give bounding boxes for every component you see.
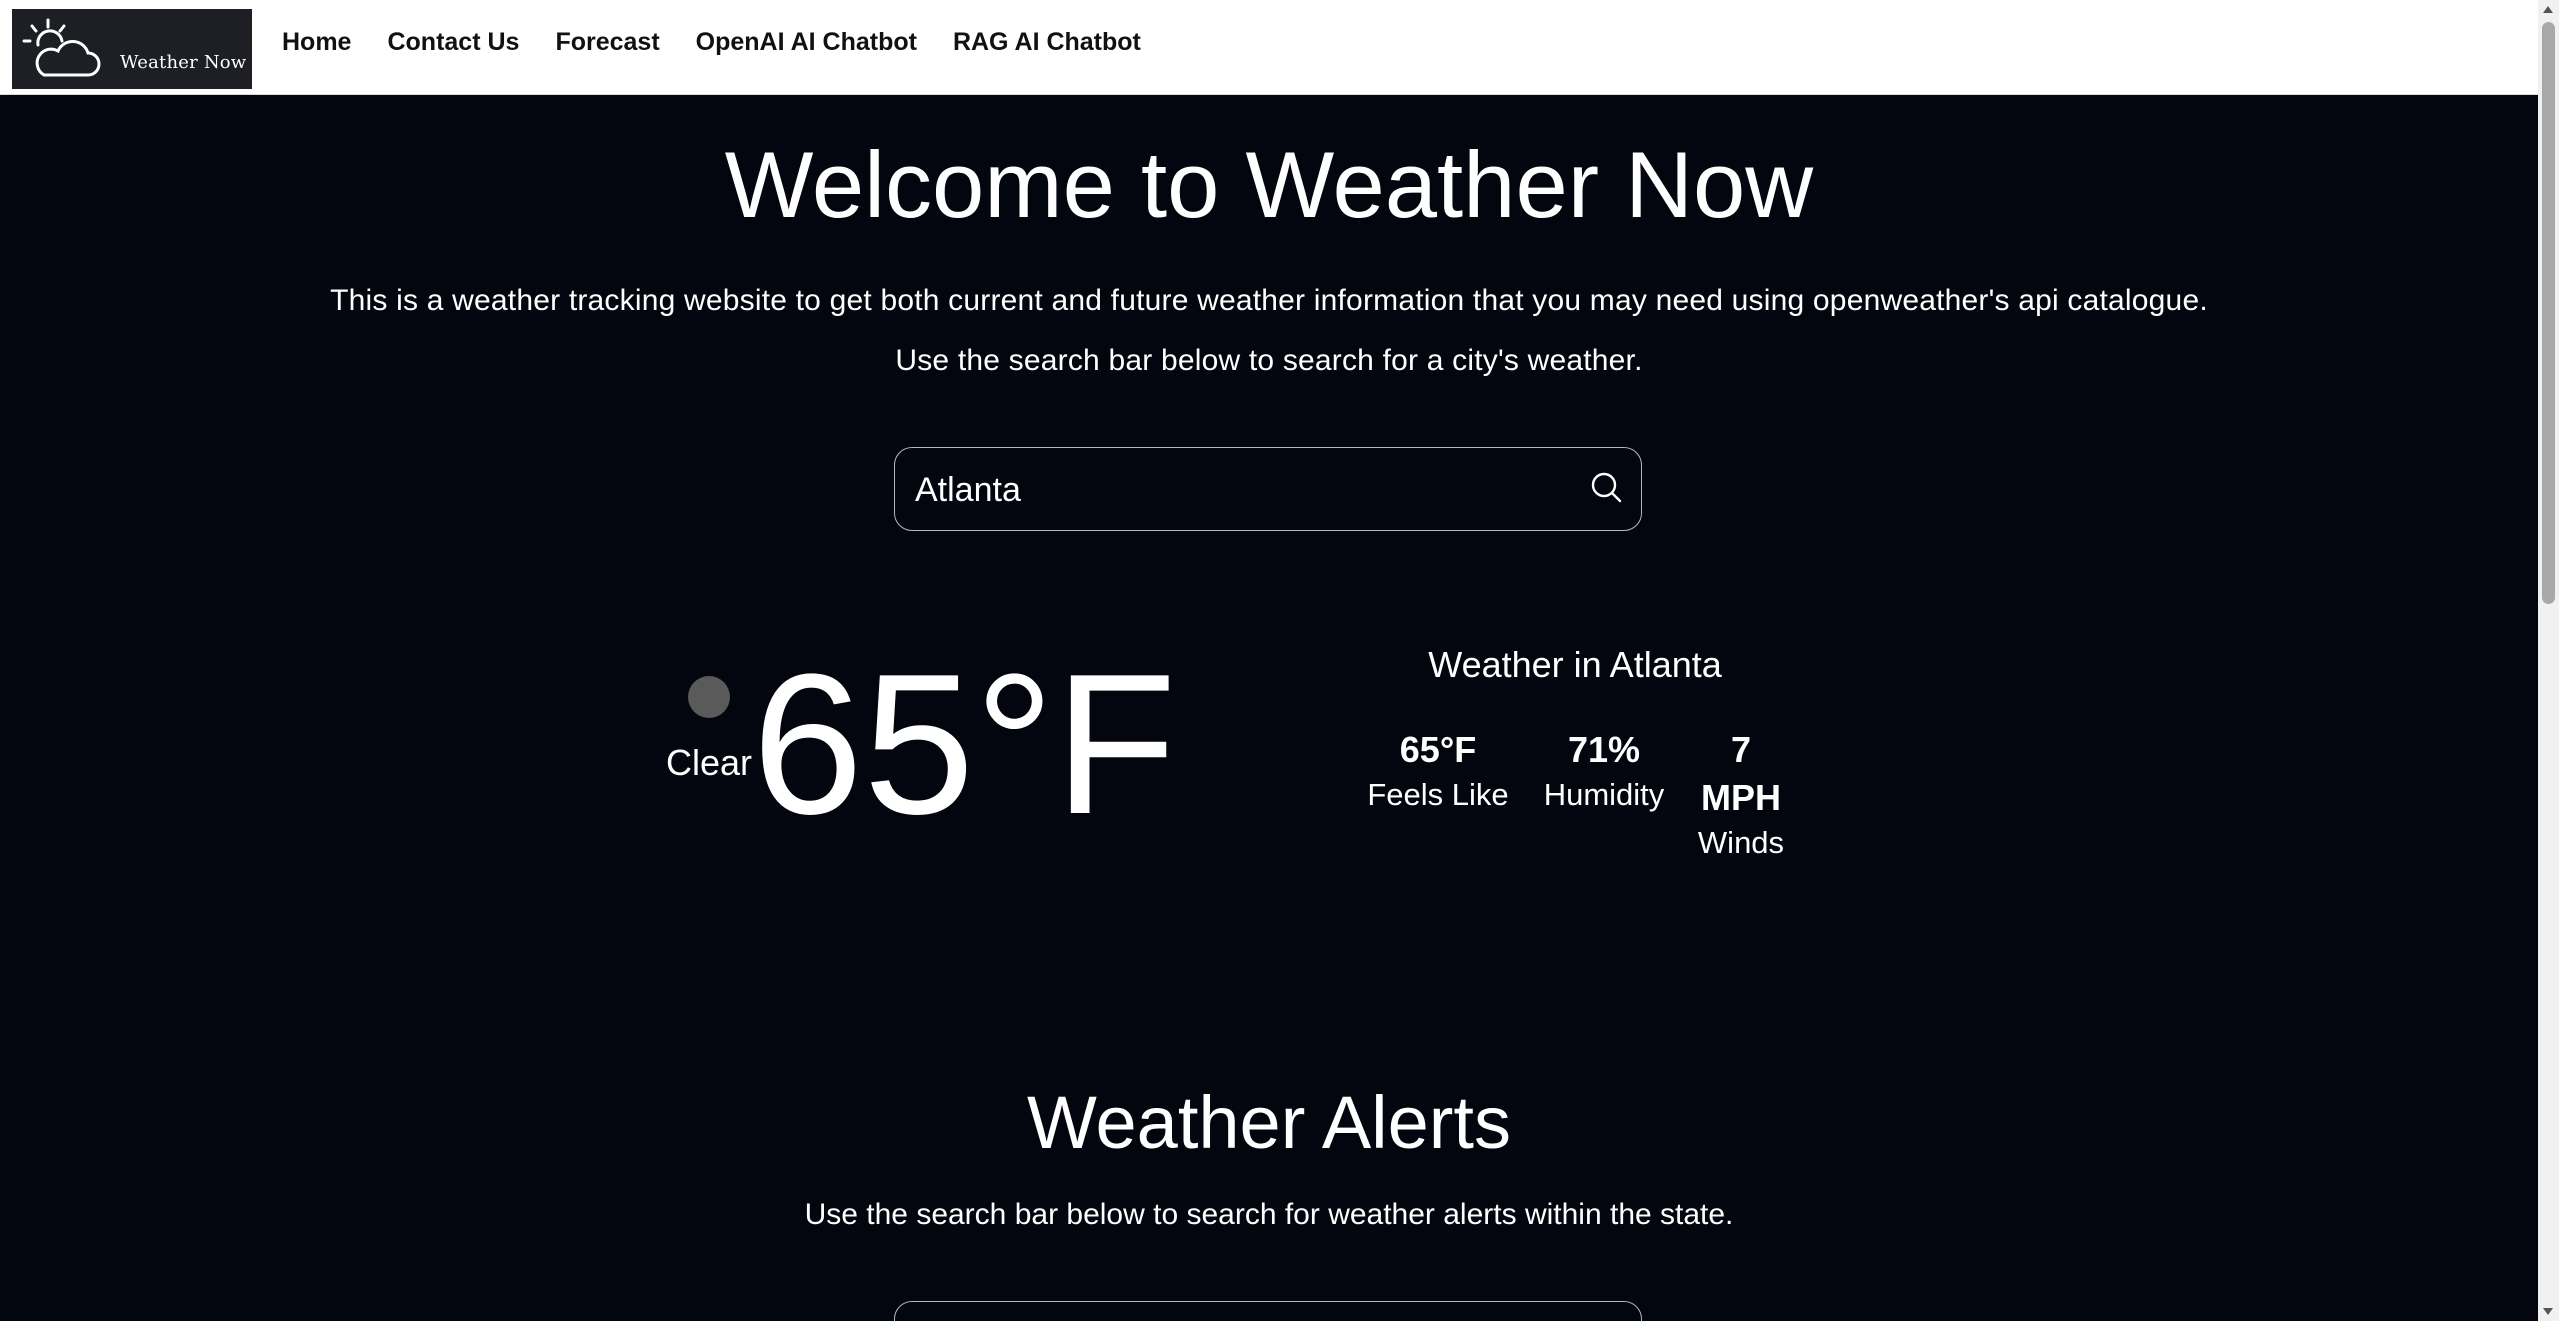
weather-condition-icon xyxy=(688,676,730,718)
alerts-instructions: Use the search bar below to search for w… xyxy=(804,1198,1734,1231)
humidity-label: Humidity xyxy=(1543,777,1665,812)
nav-links: Home Contact Us Forecast OpenAI AI Chatb… xyxy=(282,28,1141,57)
feels-like-stat: 65°F Feels Like xyxy=(1358,726,1518,816)
weather-condition: Clear xyxy=(666,742,753,783)
page: Weather Now Home Contact Us Forecast Ope… xyxy=(0,0,2559,1321)
logo-text: Weather Now xyxy=(120,52,247,73)
wind-label: Winds xyxy=(1697,825,1785,860)
search-button[interactable] xyxy=(1587,468,1627,508)
scrollbar-thumb[interactable] xyxy=(2542,22,2555,604)
scroll-up-icon[interactable] xyxy=(2543,6,2553,13)
humidity-stat: 71% Humidity xyxy=(1534,726,1674,816)
search-icon xyxy=(1591,472,1622,503)
nav-link-forecast[interactable]: Forecast xyxy=(555,28,659,57)
page-scrollbar[interactable] xyxy=(2538,0,2559,1321)
location-title: Weather in Atlanta xyxy=(1428,644,1722,685)
intro-text: This is a weather tracking website to ge… xyxy=(330,284,2208,317)
nav-link-home[interactable]: Home xyxy=(282,28,351,57)
wind-stat: 7 MPH Winds xyxy=(1686,726,1796,864)
city-search-box xyxy=(894,447,1642,531)
scroll-down-icon[interactable] xyxy=(2543,1308,2553,1315)
feels-like-label: Feels Like xyxy=(1367,777,1509,812)
nav-link-contact-us[interactable]: Contact Us xyxy=(387,28,519,57)
wind-unit: MPH xyxy=(1701,777,1781,818)
search-instructions: Use the search bar below to search for a… xyxy=(895,344,1643,377)
nav-link-rag-chatbot[interactable]: RAG AI Chatbot xyxy=(953,28,1141,57)
navbar: Weather Now Home Contact Us Forecast Ope… xyxy=(0,0,2538,95)
logo[interactable]: Weather Now xyxy=(12,9,252,89)
current-temperature: 65°F xyxy=(752,633,1177,856)
humidity-value: 71% xyxy=(1567,729,1641,770)
page-title: Welcome to Weather Now xyxy=(724,132,1814,237)
sun-cloud-icon xyxy=(22,18,101,77)
city-search-input[interactable] xyxy=(913,466,1557,514)
wind-value: 7 xyxy=(1730,729,1752,770)
alerts-search-box[interactable] xyxy=(894,1301,1642,1321)
nav-link-openai-chatbot[interactable]: OpenAI AI Chatbot xyxy=(696,28,917,57)
feels-like-value: 65°F xyxy=(1399,729,1477,770)
alerts-title: Weather Alerts xyxy=(1027,1081,1511,1164)
